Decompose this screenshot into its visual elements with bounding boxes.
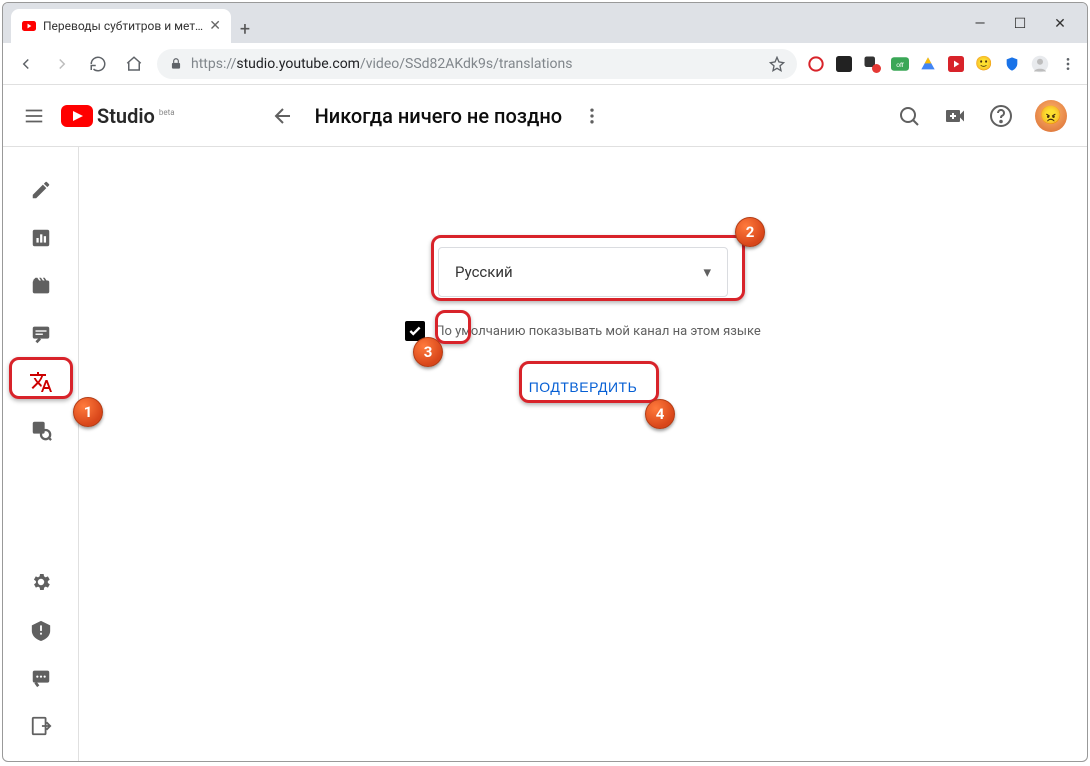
sidebar: 1 [3, 147, 79, 761]
sidebar-item-translations[interactable] [21, 363, 61, 401]
header-back-button[interactable] [271, 104, 295, 128]
browser-menu-icon[interactable] [1059, 55, 1077, 73]
sidebar-item-whats-new[interactable] [21, 659, 61, 697]
default-language-checkbox[interactable] [405, 321, 425, 341]
account-avatar[interactable]: 😠 [1035, 100, 1067, 132]
help-icon[interactable] [989, 104, 1013, 128]
browser-tab[interactable]: Переводы субтитров и метадан ✕ [11, 9, 231, 43]
app-header: Studio beta Никогда ничего не поздно 😠 [3, 85, 1087, 147]
youtube-favicon-icon [21, 18, 37, 34]
sidebar-item-settings[interactable] [21, 563, 61, 601]
annotation-badge-3: 3 [413, 337, 443, 367]
titlebar: Переводы субтитров и метадан ✕ + — ☐ ✕ [3, 3, 1087, 43]
tab-close-icon[interactable]: ✕ [209, 18, 221, 34]
sidebar-item-editor[interactable] [21, 267, 61, 305]
extension-icons: off 🙂 [807, 55, 1077, 73]
main-content: Русский ▾ По умолчанию показывать мой ка… [79, 147, 1087, 761]
extension-dark-icon[interactable] [835, 55, 853, 73]
tab-title: Переводы субтитров и метадан [43, 19, 203, 33]
extension-drive-icon[interactable] [919, 55, 937, 73]
minimize-button[interactable]: — [971, 15, 989, 33]
lock-icon [169, 57, 183, 71]
address-bar: https://studio.youtube.com/video/SSd82AK… [3, 43, 1087, 85]
language-dropdown[interactable]: Русский ▾ [438, 247, 728, 297]
checkbox-label: По умолчанию показывать мой канал на это… [435, 324, 761, 339]
video-options-button[interactable] [582, 106, 602, 126]
sidebar-item-feedback[interactable] [21, 611, 61, 649]
sidebar-item-comments[interactable] [21, 315, 61, 353]
extension-shield-icon[interactable] [1003, 55, 1021, 73]
maximize-button[interactable]: ☐ [1011, 15, 1029, 33]
video-title: Никогда ничего не поздно [315, 104, 563, 128]
create-video-icon[interactable] [943, 104, 967, 128]
nav-home-button[interactable] [121, 51, 147, 77]
extension-play-icon[interactable] [947, 55, 965, 73]
svg-text:off: off [896, 62, 904, 69]
sidebar-item-creator-classic[interactable] [21, 707, 61, 745]
logo-text: Studio [97, 104, 155, 128]
extension-opera-icon[interactable] [807, 55, 825, 73]
hamburger-menu-button[interactable] [23, 105, 45, 127]
sidebar-item-analytics[interactable] [21, 219, 61, 257]
logo-beta: beta [159, 108, 175, 117]
confirm-button[interactable]: ПОДТВЕРДИТЬ [511, 369, 656, 405]
new-tab-button[interactable]: + [231, 15, 259, 43]
extension-face-icon[interactable]: 🙂 [975, 55, 993, 73]
annotation-badge-2: 2 [735, 217, 765, 247]
search-icon[interactable] [897, 104, 921, 128]
sidebar-item-other-settings[interactable] [21, 411, 61, 449]
tab-strip: Переводы субтитров и метадан ✕ + [3, 9, 953, 43]
star-icon[interactable] [769, 56, 785, 72]
nav-back-button[interactable] [13, 51, 39, 77]
studio-logo[interactable]: Studio beta [61, 104, 175, 128]
profile-avatar-icon[interactable] [1031, 55, 1049, 73]
youtube-logo-icon [61, 105, 93, 127]
nav-forward-button[interactable] [49, 51, 75, 77]
extension-red-badge-icon[interactable] [863, 55, 881, 73]
extension-off-icon[interactable]: off [891, 55, 909, 73]
chevron-down-icon: ▾ [703, 263, 711, 281]
nav-reload-button[interactable] [85, 51, 111, 77]
sidebar-item-details[interactable] [21, 171, 61, 209]
language-selected-label: Русский [455, 263, 513, 281]
close-window-button[interactable]: ✕ [1051, 15, 1069, 33]
url-text: https://studio.youtube.com/video/SSd82AK… [191, 56, 572, 72]
window-controls: — ☐ ✕ [953, 15, 1087, 43]
omnibox[interactable]: https://studio.youtube.com/video/SSd82AK… [157, 49, 797, 79]
